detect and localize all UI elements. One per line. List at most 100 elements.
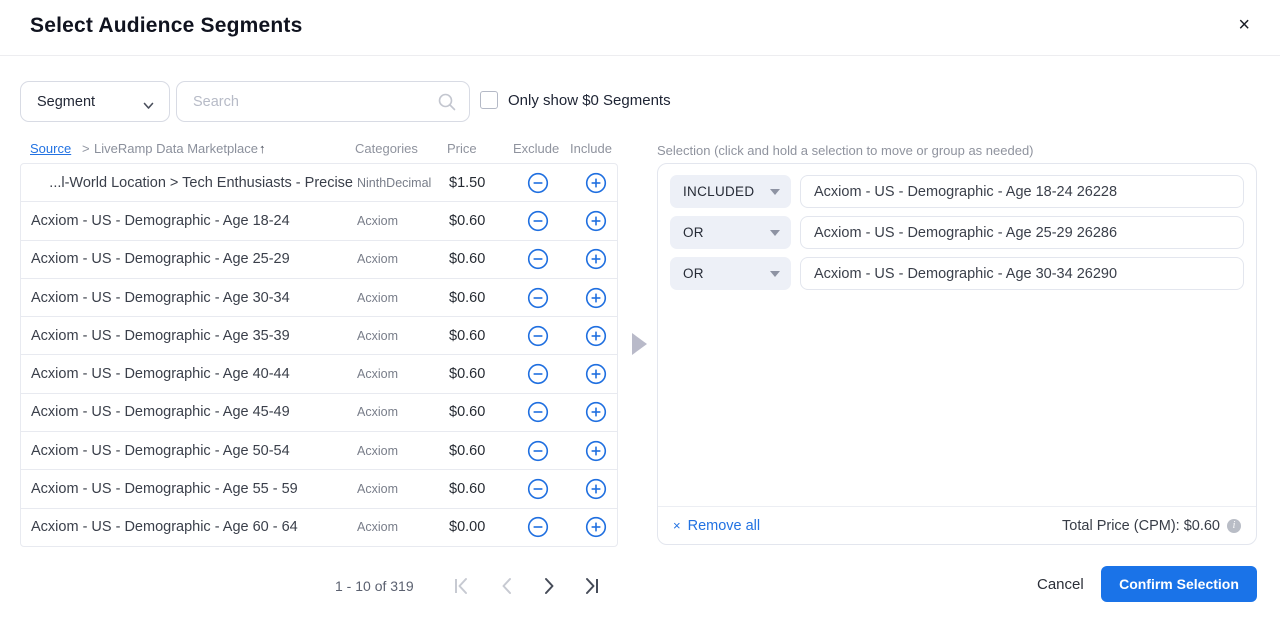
pagination-range: 1 - 10 of 319 <box>335 578 414 594</box>
operator-label: OR <box>683 225 704 240</box>
exclude-icon[interactable] <box>527 325 549 347</box>
table-row: Acxiom - US - Demographic - Age 30-34 Ac… <box>21 278 617 316</box>
include-icon[interactable] <box>585 287 607 309</box>
operator-dropdown[interactable]: OR <box>670 257 791 290</box>
close-icon[interactable]: × <box>1238 15 1250 35</box>
column-header-price: Price <box>447 141 477 156</box>
segment-category: Acxiom <box>357 520 445 534</box>
pagination-prev-icon[interactable] <box>496 575 518 597</box>
selection-segment[interactable]: Acxiom - US - Demographic - Age 18-24 26… <box>800 175 1244 208</box>
include-icon[interactable] <box>585 401 607 423</box>
selection-footer: × Remove all Total Price (CPM): $0.60 i <box>658 506 1256 544</box>
segment-type-dropdown[interactable]: Segment <box>20 81 170 122</box>
segment-category: Acxiom <box>357 252 445 266</box>
selection-item: OR Acxiom - US - Demographic - Age 25-29… <box>670 216 1244 249</box>
segment-price: $0.60 <box>449 213 485 229</box>
segment-price: $1.50 <box>449 175 485 191</box>
pagination-next-icon[interactable] <box>538 575 560 597</box>
exclude-icon[interactable] <box>527 478 549 500</box>
include-icon[interactable] <box>585 172 607 194</box>
exclude-icon[interactable] <box>527 172 549 194</box>
selection-segment-label: Acxiom - US - Demographic - Age 30-34 26… <box>814 266 1117 282</box>
include-icon[interactable] <box>585 516 607 538</box>
selection-list: INCLUDED Acxiom - US - Demographic - Age… <box>670 175 1244 290</box>
exclude-icon[interactable] <box>527 401 549 423</box>
segment-price: $0.60 <box>449 443 485 459</box>
sort-ascending-icon[interactable]: ↑ <box>259 141 266 156</box>
table-row: Acxiom - US - Demographic - Age 35-39 Ac… <box>21 316 617 354</box>
segment-name: Acxiom - US - Demographic - Age 60 - 64 <box>31 519 353 535</box>
caret-down-icon <box>770 271 780 277</box>
include-icon[interactable] <box>585 248 607 270</box>
exclude-icon[interactable] <box>527 248 549 270</box>
segment-name: Acxiom - US - Demographic - Age 50-54 <box>31 443 353 459</box>
dialog-header: Select Audience Segments × <box>0 0 1280 56</box>
selection-panel-label: Selection (click and hold a selection to… <box>657 143 1034 158</box>
remove-all-label: Remove all <box>688 518 761 534</box>
info-icon[interactable]: i <box>1227 519 1241 533</box>
exclude-icon[interactable] <box>527 440 549 462</box>
segment-name: Acxiom - US - Demographic - Age 45-49 <box>31 404 353 420</box>
segment-name: Acxiom - US - Demographic - Age 25-29 <box>31 251 353 267</box>
segment-price: $0.60 <box>449 251 485 267</box>
segment-price: $0.60 <box>449 290 485 306</box>
include-icon[interactable] <box>585 325 607 347</box>
breadcrumb-source-link[interactable]: Source <box>30 141 71 156</box>
exclude-icon[interactable] <box>527 516 549 538</box>
operator-dropdown[interactable]: INCLUDED <box>670 175 791 208</box>
remove-all-link[interactable]: × Remove all <box>673 518 760 534</box>
remove-x-icon: × <box>673 518 681 533</box>
table-row: Acxiom - US - Demographic - Age 60 - 64 … <box>21 508 617 546</box>
total-price: Total Price (CPM): $0.60 <box>1062 518 1220 534</box>
exclude-icon[interactable] <box>527 210 549 232</box>
table-row: Acxiom - US - Demographic - Age 45-49 Ac… <box>21 393 617 431</box>
exclude-icon[interactable] <box>527 287 549 309</box>
selection-segment[interactable]: Acxiom - US - Demographic - Age 30-34 26… <box>800 257 1244 290</box>
segment-price: $0.60 <box>449 366 485 382</box>
segment-name: ...l-World Location > Tech Enthusiasts -… <box>31 175 353 191</box>
segment-name: Acxiom - US - Demographic - Age 55 - 59 <box>31 481 353 497</box>
include-icon[interactable] <box>585 210 607 232</box>
checkbox-icon[interactable] <box>480 91 498 109</box>
column-header-exclude: Exclude <box>513 141 559 156</box>
page-title: Select Audience Segments <box>30 14 302 38</box>
confirm-selection-button[interactable]: Confirm Selection <box>1101 566 1257 602</box>
breadcrumb-current: LiveRamp Data Marketplace <box>94 141 258 156</box>
segment-category: NinthDecimal <box>357 176 445 190</box>
include-icon[interactable] <box>585 363 607 385</box>
select-audience-segments-dialog: Select Audience Segments × Segment Only … <box>0 0 1280 630</box>
zero-segments-checkbox[interactable]: Only show $0 Segments <box>480 91 671 109</box>
exclude-icon[interactable] <box>527 363 549 385</box>
pagination-first-icon[interactable] <box>451 575 473 597</box>
search-input[interactable] <box>193 82 433 121</box>
table-row: Acxiom - US - Demographic - Age 18-24 Ac… <box>21 201 617 239</box>
breadcrumb-separator: > <box>82 141 90 156</box>
segment-price: $0.60 <box>449 328 485 344</box>
segment-name: Acxiom - US - Demographic - Age 35-39 <box>31 328 353 344</box>
cancel-button[interactable]: Cancel <box>1037 576 1084 593</box>
segment-name: Acxiom - US - Demographic - Age 40-44 <box>31 366 353 382</box>
selection-panel: INCLUDED Acxiom - US - Demographic - Age… <box>657 163 1257 545</box>
pagination-last-icon[interactable] <box>580 575 602 597</box>
segments-table: ...l-World Location > Tech Enthusiasts -… <box>20 163 618 547</box>
table-header-row: Source > LiveRamp Data Marketplace ↑ Cat… <box>20 141 618 159</box>
caret-down-icon <box>770 230 780 236</box>
include-icon[interactable] <box>585 478 607 500</box>
operator-dropdown[interactable]: OR <box>670 216 791 249</box>
operator-label: OR <box>683 266 704 281</box>
segment-type-value: Segment <box>37 94 95 110</box>
caret-down-icon <box>770 189 780 195</box>
segment-price: $0.00 <box>449 519 485 535</box>
table-row: ...l-World Location > Tech Enthusiasts -… <box>21 164 617 201</box>
segment-price: $0.60 <box>449 481 485 497</box>
selection-segment-label: Acxiom - US - Demographic - Age 25-29 26… <box>814 225 1117 241</box>
table-row: Acxiom - US - Demographic - Age 55 - 59 … <box>21 469 617 507</box>
column-header-include: Include <box>570 141 612 156</box>
segment-category: Acxiom <box>357 329 445 343</box>
include-icon[interactable] <box>585 440 607 462</box>
selection-item: OR Acxiom - US - Demographic - Age 30-34… <box>670 257 1244 290</box>
segment-category: Acxiom <box>357 444 445 458</box>
selection-segment[interactable]: Acxiom - US - Demographic - Age 25-29 26… <box>800 216 1244 249</box>
table-row: Acxiom - US - Demographic - Age 50-54 Ac… <box>21 431 617 469</box>
segment-category: Acxiom <box>357 291 445 305</box>
